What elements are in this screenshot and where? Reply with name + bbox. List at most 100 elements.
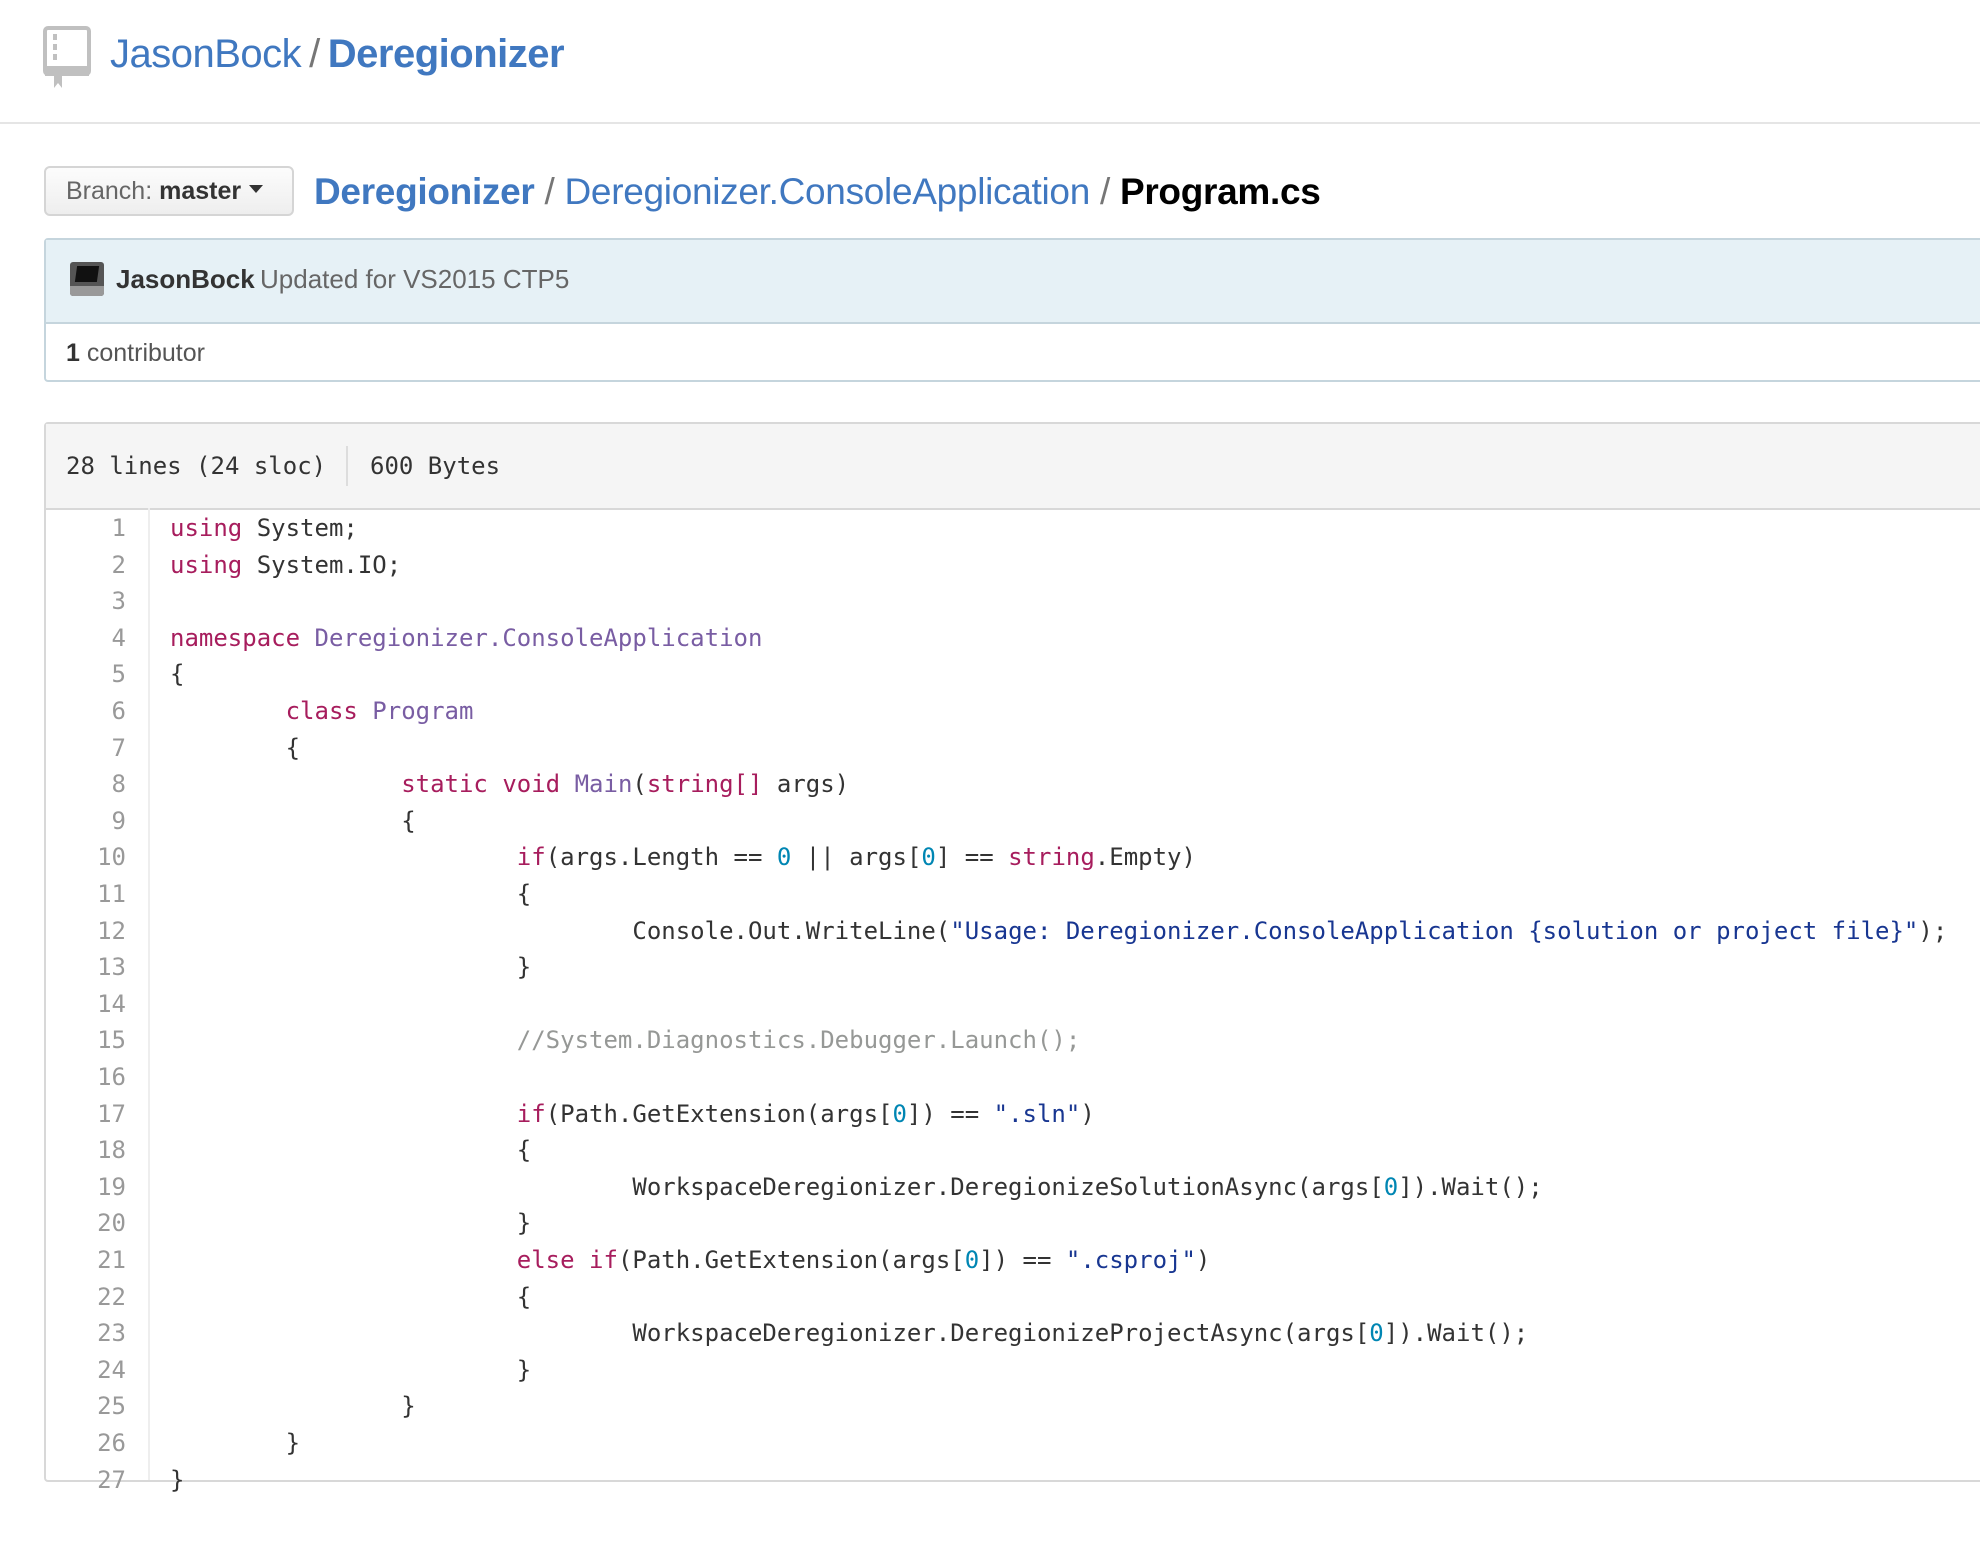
latest-commit-bar: JasonBock Updated for VS2015 CTP5 [46, 240, 1980, 324]
line-number[interactable]: 27 [46, 1462, 126, 1498]
line-number[interactable]: 24 [46, 1352, 126, 1388]
code-token: { [170, 1282, 532, 1311]
commit-author-link[interactable]: JasonBock [116, 262, 255, 296]
code-token: if [516, 843, 546, 872]
line-number[interactable]: 15 [46, 1022, 126, 1058]
code-token: { [170, 880, 532, 908]
code-token: ] == [935, 843, 994, 872]
line-number[interactable]: 12 [46, 913, 126, 949]
repo-title-separator: / [309, 32, 320, 76]
breadcrumb-separator: / [1099, 171, 1110, 212]
line-number[interactable]: 8 [46, 766, 126, 802]
code-token: } [170, 1465, 185, 1494]
code-token: { [170, 733, 301, 762]
line-number[interactable]: 19 [46, 1169, 126, 1205]
repo-name-link[interactable]: Deregionizer [328, 32, 565, 76]
code-token: Deregionizer.ConsoleApplication [300, 623, 763, 652]
code-line: 13 } [46, 949, 1980, 985]
line-number[interactable]: 13 [46, 949, 126, 985]
line-code: if(args.Length == 0 || args[0] == string… [170, 839, 1196, 875]
line-code: } [170, 1352, 531, 1388]
line-number[interactable]: 26 [46, 1425, 126, 1461]
line-number[interactable]: 16 [46, 1059, 126, 1095]
line-code: if(Path.GetExtension(args[0]) == ".sln") [170, 1096, 1095, 1132]
line-code: static void Main(string[] args) [170, 766, 849, 802]
line-code: WorkspaceDeregionizer.DeregionizeSolutio… [170, 1169, 1543, 1205]
code-token: ]).Wait(); [1383, 1319, 1529, 1348]
breadcrumb-dir-link[interactable]: Deregionizer.ConsoleApplication [565, 171, 1091, 212]
contributors-label: contributor [86, 339, 205, 367]
code-line: 14 [46, 986, 1980, 1022]
file-line-count: 28 lines (24 sloc) [66, 452, 327, 480]
line-number[interactable]: 4 [46, 620, 126, 656]
line-number[interactable]: 5 [46, 656, 126, 692]
code-token: 0 [1369, 1319, 1384, 1348]
code-token: } [170, 1209, 532, 1238]
line-number[interactable]: 22 [46, 1279, 126, 1315]
repo-title: JasonBock / Deregionizer [110, 26, 565, 82]
code-token: string[] [646, 770, 763, 799]
branch-selector-button[interactable]: Branch: master [44, 166, 294, 216]
line-code: } [170, 1425, 300, 1461]
code-token: ]).Wait(); [1398, 1172, 1543, 1201]
code-token: ) [1195, 1246, 1211, 1274]
line-number[interactable]: 25 [46, 1388, 126, 1424]
line-code: using System; [170, 510, 358, 546]
code-line: 3 [46, 583, 1980, 619]
line-code: using System.IO; [170, 547, 401, 583]
line-number[interactable]: 1 [46, 510, 126, 546]
line-number[interactable]: 11 [46, 876, 126, 912]
line-number[interactable]: 2 [46, 547, 126, 583]
contributors-count: 1 [66, 339, 80, 367]
file-info-divider [346, 446, 348, 486]
line-number[interactable]: 21 [46, 1242, 126, 1278]
line-number[interactable]: 23 [46, 1315, 126, 1351]
code-line: 20 } [46, 1205, 1980, 1241]
breadcrumb-root-link[interactable]: Deregionizer [314, 171, 535, 212]
code-token: } [170, 953, 532, 982]
code-line: 23 WorkspaceDeregionizer.DeregionizeProj… [46, 1315, 1980, 1351]
repo-owner-link[interactable]: JasonBock [110, 32, 302, 76]
code-token: //System.Diagnostics.Debugger.Launch(); [516, 1026, 1081, 1055]
code-token: 0 [892, 1099, 907, 1128]
line-number[interactable]: 7 [46, 730, 126, 766]
code-token: || args[ [791, 843, 922, 872]
code-token: static void [401, 770, 561, 799]
commit-message-link[interactable]: Updated for VS2015 CTP5 [260, 262, 569, 296]
line-number[interactable]: 6 [46, 693, 126, 729]
code-token: 0 [762, 843, 792, 872]
contributors-link[interactable]: 1 contributor [66, 336, 205, 370]
code-line: 19 WorkspaceDeregionizer.DeregionizeSolu… [46, 1169, 1980, 1205]
code-token: ); [1918, 916, 1948, 945]
code-token: if [516, 1099, 546, 1128]
code-line: 4 namespace Deregionizer.ConsoleApplicati… [46, 620, 1980, 656]
line-number[interactable]: 10 [46, 839, 126, 875]
code-line: 25 } [46, 1388, 1980, 1424]
line-number[interactable]: 9 [46, 803, 126, 839]
code-token: 0 [964, 1246, 980, 1274]
line-number[interactable]: 14 [46, 986, 126, 1022]
line-number[interactable]: 20 [46, 1205, 126, 1241]
code-token: 0 [921, 843, 936, 872]
line-code: } [170, 1462, 184, 1498]
line-code: Console.Out.WriteLine("Usage: Deregioniz… [170, 913, 1947, 949]
code-token: } [170, 1355, 532, 1384]
line-code: { [170, 803, 416, 839]
line-number[interactable]: 17 [46, 1096, 126, 1132]
code-line: 9 { [46, 803, 1980, 839]
code-line: 17 if(Path.GetExtension(args[0]) == ".sl… [46, 1096, 1980, 1132]
line-number[interactable]: 3 [46, 583, 126, 619]
code-token: { [170, 806, 416, 835]
code-token: args) [762, 770, 850, 799]
repo-header: JasonBock / Deregionizer [0, 0, 1980, 124]
line-code: { [170, 656, 184, 692]
code-token: { [170, 1136, 532, 1165]
file-size: 600 Bytes [370, 452, 501, 480]
author-avatar[interactable] [70, 262, 104, 296]
code-token: Main [560, 770, 633, 799]
code-body: 1 using System; 2 using System.IO; 3 4 namespa… [46, 508, 1980, 1494]
code-token: { [170, 660, 185, 689]
line-number[interactable]: 18 [46, 1132, 126, 1168]
